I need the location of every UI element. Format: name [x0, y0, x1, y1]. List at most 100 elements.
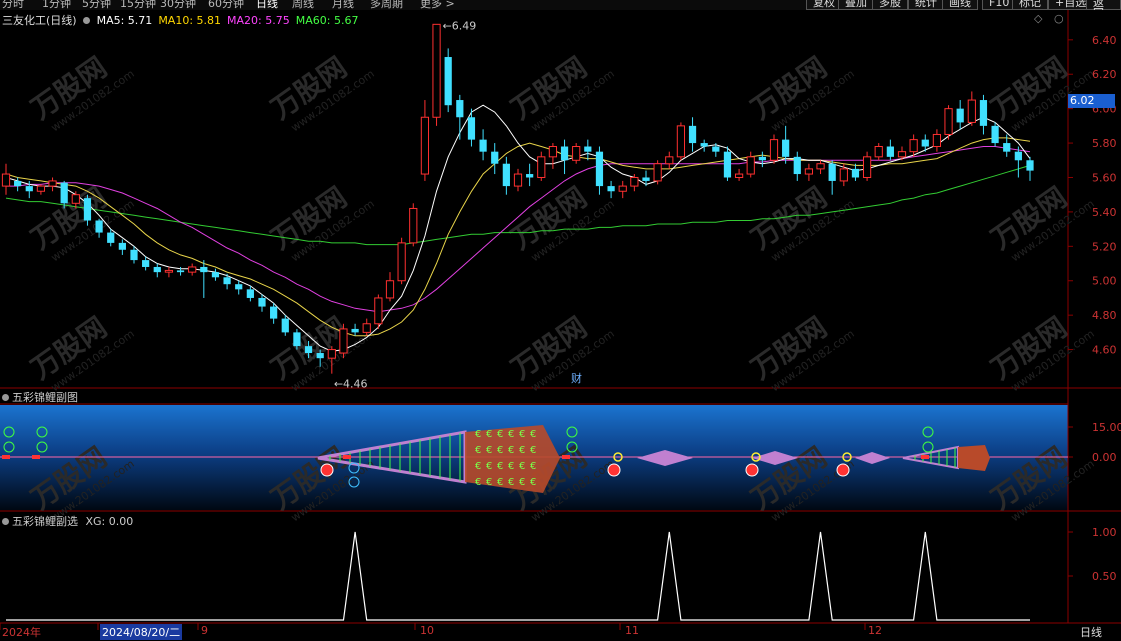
ma-legend-0: MA5: 5.71: [96, 14, 153, 27]
candle-body-down: [25, 186, 33, 192]
candle-body-down: [223, 277, 231, 285]
candle-body-down: [316, 353, 324, 359]
tail-mark: €: [519, 429, 525, 440]
tail-mark: €: [486, 477, 492, 488]
tail-mark: €: [530, 461, 536, 472]
low-price-label: ←4.46: [334, 378, 368, 391]
red-marker: [32, 455, 40, 459]
candle-body-down: [1014, 151, 1022, 161]
tail-mark: €: [486, 445, 492, 456]
stock-title[interactable]: 三友化工(日线): [2, 14, 77, 27]
candle-body-down: [281, 318, 289, 333]
candle-body-up: [618, 185, 627, 192]
diamond-icon[interactable]: ◇: [1034, 12, 1042, 25]
candle-body-down: [688, 125, 697, 144]
signal-ball: [320, 463, 334, 477]
price-tick-label: 5.40: [1092, 206, 1117, 219]
candle-body-down: [107, 232, 115, 243]
candle-body-down: [444, 57, 452, 106]
tail-mark: €: [508, 461, 514, 472]
high-price-label: ←6.49: [443, 19, 477, 32]
price-tick-label: 5.00: [1092, 275, 1117, 288]
price-tick-label: 5.20: [1092, 240, 1117, 253]
candle-body-down: [491, 151, 499, 164]
tail-mark: €: [530, 477, 536, 488]
date-label-5: 12: [868, 624, 882, 637]
candle-body-down: [700, 143, 708, 147]
candle-body-up: [909, 139, 918, 153]
red-marker: [562, 455, 570, 459]
candle-body-down: [828, 163, 836, 181]
candle-body-down: [95, 220, 103, 233]
circle-icon[interactable]: ○: [1054, 12, 1064, 25]
date-axis: 2024年 2024/08/20/二 9 10 11 12 日线: [0, 623, 1121, 641]
candle-body-up: [537, 156, 546, 178]
candle-body-down: [782, 139, 790, 157]
tail-mark: €: [486, 429, 492, 440]
candle-body-down: [176, 270, 185, 273]
candle-body-up: [164, 269, 174, 273]
tail-mark: €: [519, 477, 525, 488]
candle-body-up: [676, 125, 686, 158]
candle-body-up: [897, 151, 907, 158]
price-tick-label: 6.20: [1092, 68, 1117, 81]
candle-body-down: [351, 328, 359, 333]
current-price-tag: 6.02: [1068, 94, 1115, 108]
candle-body-up: [653, 163, 662, 182]
price-tick-label: 5.60: [1092, 171, 1117, 184]
sub-panel-2-label: 五彩锦鲤副选: [12, 515, 78, 528]
candle-body-up: [397, 242, 406, 282]
price-tick-label: 4.60: [1092, 344, 1117, 357]
candle-body-down: [479, 139, 487, 152]
candle-body-down: [83, 198, 92, 221]
ma-legend-3: MA60: 5.67: [295, 14, 359, 27]
tail-mark: €: [475, 445, 481, 456]
candle-body-down: [642, 177, 650, 181]
tail-mark: €: [508, 429, 514, 440]
tail-mark: €: [497, 461, 503, 472]
ma-legend-2: MA20: 5.75: [227, 14, 290, 27]
main-chart-legend: 三友化工(日线) MA5: 5.71 MA10: 5.81 MA20: 5.75 MA…: [2, 12, 364, 28]
candle-body-up: [944, 108, 953, 135]
price-tick-label: 6.40: [1092, 34, 1117, 47]
candle-body-down: [130, 249, 138, 261]
candle-body-down: [956, 108, 964, 123]
sub2-tick-label: 1.00: [1092, 526, 1117, 539]
candle-body-down: [723, 151, 732, 178]
candle-body-down: [200, 266, 208, 273]
candle-body-down: [991, 125, 999, 144]
sub2-tick-label: 0.50: [1092, 570, 1117, 583]
sub-panel-1-label: 五彩锦鲤副图: [12, 391, 78, 404]
period-label[interactable]: 日线: [1080, 624, 1102, 640]
candle-body-up: [432, 23, 441, 118]
candle-body-down: [246, 289, 254, 298]
settings-dot-icon[interactable]: [2, 518, 9, 525]
candle-body-up: [874, 146, 883, 158]
candle-body-down: [584, 146, 592, 152]
candle-body-up: [862, 156, 872, 178]
sub-panel-2-title[interactable]: 五彩锦鲤副选 XG: 0.00: [2, 513, 133, 529]
candle-body-up: [327, 349, 336, 359]
candle-body-up: [816, 163, 825, 170]
candle-body-up: [839, 168, 848, 182]
candle-body-down: [270, 306, 278, 319]
settings-dot-icon[interactable]: [2, 394, 9, 401]
tail-mark: €: [475, 461, 481, 472]
candle-body-down: [607, 186, 615, 192]
tail-mark: €: [519, 445, 525, 456]
candle-body-up: [548, 146, 558, 158]
stock-chart[interactable]: 万股网www.201082.com 万股网www.201082.com 万股网www…: [0, 0, 1121, 641]
candle-body-up: [630, 176, 639, 187]
candle-body-up: [804, 168, 814, 175]
candle-body-down: [211, 272, 220, 278]
candle-body-up: [48, 180, 57, 187]
candle-body-up: [339, 328, 348, 354]
settings-dot-icon[interactable]: [83, 17, 91, 24]
sub-panel-1-title[interactable]: 五彩锦鲤副图: [2, 389, 78, 405]
tail-mark: €: [475, 477, 481, 488]
candle-body-down: [467, 117, 476, 140]
price-tick-label: 4.80: [1092, 309, 1117, 322]
candle-body-down: [526, 174, 534, 178]
candle-body-down: [60, 182, 68, 204]
candle-body-down: [235, 284, 243, 290]
